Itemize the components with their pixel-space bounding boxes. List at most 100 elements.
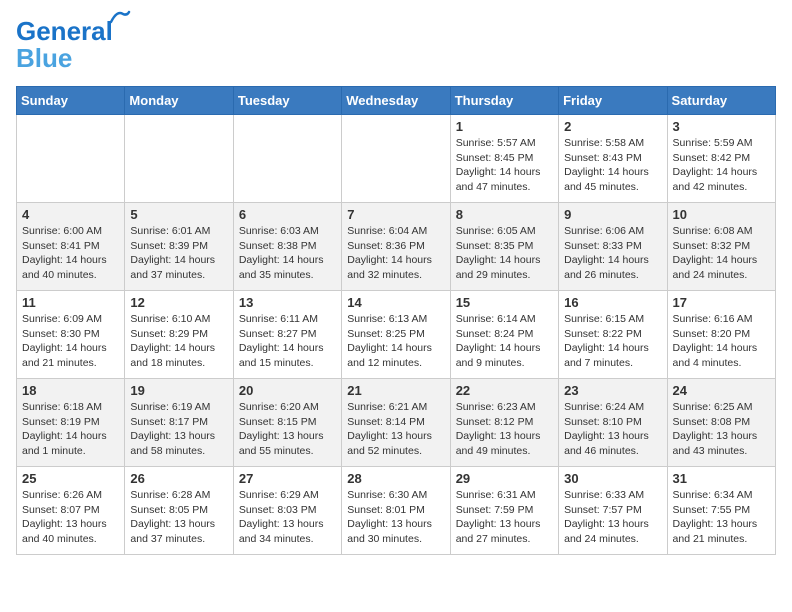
day-number: 23 (564, 383, 661, 398)
day-info: Sunrise: 6:00 AMSunset: 8:41 PMDaylight:… (22, 224, 119, 283)
calendar-cell: 30Sunrise: 6:33 AMSunset: 7:57 PMDayligh… (559, 467, 667, 555)
calendar-cell: 17 Sunrise: 6:16 AMSunset: 8:20 PMDayligh… (667, 291, 775, 379)
calendar-cell: 21Sunrise: 6:21 AMSunset: 8:14 PMDayligh… (342, 379, 450, 467)
calendar-cell: 18 Sunrise: 6:18 AMSunset: 8:19 PMDayligh… (17, 379, 125, 467)
logo-text-general: General (16, 16, 113, 46)
day-info: Sunrise: 6:16 AMSunset: 8:20 PMDaylight:… (673, 312, 770, 371)
day-info: Sunrise: 6:19 AMSunset: 8:17 PMDaylight:… (130, 400, 227, 459)
calendar-cell: 28 Sunrise: 6:30 AMSunset: 8:01 PMDayligh… (342, 467, 450, 555)
day-number: 6 (239, 207, 336, 222)
header-wednesday: Wednesday (342, 87, 450, 115)
day-number: 27 (239, 471, 336, 486)
day-info: Sunrise: 6:23 AMSunset: 8:12 PMDaylight:… (456, 400, 553, 459)
day-info: Sunrise: 6:26 AMSunset: 8:07 PMDaylight:… (22, 488, 119, 547)
day-number: 12 (130, 295, 227, 310)
day-number: 19 (130, 383, 227, 398)
day-info: Sunrise: 6:31 AMSunset: 7:59 PMDaylight:… (456, 488, 553, 547)
day-info: Sunrise: 5:58 AMSunset: 8:43 PMDaylight:… (564, 136, 661, 195)
calendar-cell: 23 Sunrise: 6:24 AMSunset: 8:10 PMDayligh… (559, 379, 667, 467)
day-number: 11 (22, 295, 119, 310)
calendar-cell (233, 115, 341, 203)
day-number: 5 (130, 207, 227, 222)
calendar-cell: 20 Sunrise: 6:20 AMSunset: 8:15 PMDayligh… (233, 379, 341, 467)
logo-bird-icon (109, 8, 131, 26)
day-number: 16 (564, 295, 661, 310)
calendar-cell: 10 Sunrise: 6:08 AMSunset: 8:32 PMDayligh… (667, 203, 775, 291)
calendar-cell: 8 Sunrise: 6:05 AMSunset: 8:35 PMDaylight… (450, 203, 558, 291)
header-friday: Friday (559, 87, 667, 115)
day-number: 15 (456, 295, 553, 310)
day-number: 9 (564, 207, 661, 222)
day-info: Sunrise: 6:18 AMSunset: 8:19 PMDaylight:… (22, 400, 119, 459)
day-number: 4 (22, 207, 119, 222)
calendar-week-2: 4 Sunrise: 6:00 AMSunset: 8:41 PMDaylight… (17, 203, 776, 291)
calendar-cell: 25Sunrise: 6:26 AMSunset: 8:07 PMDayligh… (17, 467, 125, 555)
day-info: Sunrise: 6:25 AMSunset: 8:08 PMDaylight:… (673, 400, 770, 459)
day-info: Sunrise: 6:34 AMSunset: 7:55 PMDaylight:… (673, 488, 770, 547)
day-number: 20 (239, 383, 336, 398)
calendar-cell: 5 Sunrise: 6:01 AMSunset: 8:39 PMDaylight… (125, 203, 233, 291)
day-info: Sunrise: 6:05 AMSunset: 8:35 PMDaylight:… (456, 224, 553, 283)
day-number: 30 (564, 471, 661, 486)
day-number: 13 (239, 295, 336, 310)
day-number: 24 (673, 383, 770, 398)
calendar-cell: 26 Sunrise: 6:28 AMSunset: 8:05 PMDayligh… (125, 467, 233, 555)
day-info: Sunrise: 6:11 AMSunset: 8:27 PMDaylight:… (239, 312, 336, 371)
day-number: 3 (673, 119, 770, 134)
day-number: 29 (456, 471, 553, 486)
day-number: 7 (347, 207, 444, 222)
header-monday: Monday (125, 87, 233, 115)
header-tuesday: Tuesday (233, 87, 341, 115)
day-number: 14 (347, 295, 444, 310)
calendar-cell: 6Sunrise: 6:03 AMSunset: 8:38 PMDaylight… (233, 203, 341, 291)
day-info: Sunrise: 6:15 AMSunset: 8:22 PMDaylight:… (564, 312, 661, 371)
calendar-cell: 12 Sunrise: 6:10 AMSunset: 8:29 PMDayligh… (125, 291, 233, 379)
day-info: Sunrise: 6:08 AMSunset: 8:32 PMDaylight:… (673, 224, 770, 283)
day-info: Sunrise: 5:59 AMSunset: 8:42 PMDaylight:… (673, 136, 770, 195)
calendar-cell: 14 Sunrise: 6:13 AMSunset: 8:25 PMDayligh… (342, 291, 450, 379)
calendar-cell: 31 Sunrise: 6:34 AMSunset: 7:55 PMDayligh… (667, 467, 775, 555)
calendar-cell: 16 Sunrise: 6:15 AMSunset: 8:22 PMDayligh… (559, 291, 667, 379)
header-saturday: Saturday (667, 87, 775, 115)
calendar-cell: 1Sunrise: 5:57 AMSunset: 8:45 PMDaylight… (450, 115, 558, 203)
logo-text-blue: Blue (16, 43, 72, 74)
day-number: 26 (130, 471, 227, 486)
day-number: 31 (673, 471, 770, 486)
day-info: Sunrise: 6:24 AMSunset: 8:10 PMDaylight:… (564, 400, 661, 459)
day-number: 8 (456, 207, 553, 222)
day-info: Sunrise: 6:13 AMSunset: 8:25 PMDaylight:… (347, 312, 444, 371)
day-info: Sunrise: 6:30 AMSunset: 8:01 PMDaylight:… (347, 488, 444, 547)
day-number: 2 (564, 119, 661, 134)
header-thursday: Thursday (450, 87, 558, 115)
header-sunday: Sunday (17, 87, 125, 115)
day-info: Sunrise: 5:57 AMSunset: 8:45 PMDaylight:… (456, 136, 553, 195)
day-info: Sunrise: 6:28 AMSunset: 8:05 PMDaylight:… (130, 488, 227, 547)
day-number: 10 (673, 207, 770, 222)
calendar-table: SundayMondayTuesdayWednesdayThursdayFrid… (16, 86, 776, 555)
calendar-cell: 3 Sunrise: 5:59 AMSunset: 8:42 PMDaylight… (667, 115, 775, 203)
day-info: Sunrise: 6:20 AMSunset: 8:15 PMDaylight:… (239, 400, 336, 459)
logo: General Blue (16, 16, 113, 74)
calendar-cell: 27Sunrise: 6:29 AMSunset: 8:03 PMDayligh… (233, 467, 341, 555)
day-number: 17 (673, 295, 770, 310)
page-header: General Blue (16, 16, 776, 74)
calendar-cell: 2 Sunrise: 5:58 AMSunset: 8:43 PMDaylight… (559, 115, 667, 203)
calendar-cell: 4 Sunrise: 6:00 AMSunset: 8:41 PMDaylight… (17, 203, 125, 291)
calendar-cell: 19 Sunrise: 6:19 AMSunset: 8:17 PMDayligh… (125, 379, 233, 467)
calendar-cell: 13 Sunrise: 6:11 AMSunset: 8:27 PMDayligh… (233, 291, 341, 379)
day-info: Sunrise: 6:06 AMSunset: 8:33 PMDaylight:… (564, 224, 661, 283)
day-info: Sunrise: 6:21 AMSunset: 8:14 PMDaylight:… (347, 400, 444, 459)
day-info: Sunrise: 6:01 AMSunset: 8:39 PMDaylight:… (130, 224, 227, 283)
day-info: Sunrise: 6:09 AMSunset: 8:30 PMDaylight:… (22, 312, 119, 371)
calendar-cell: 22Sunrise: 6:23 AMSunset: 8:12 PMDayligh… (450, 379, 558, 467)
day-number: 28 (347, 471, 444, 486)
calendar-week-1: 1Sunrise: 5:57 AMSunset: 8:45 PMDaylight… (17, 115, 776, 203)
calendar-week-5: 25Sunrise: 6:26 AMSunset: 8:07 PMDayligh… (17, 467, 776, 555)
calendar-cell: 29 Sunrise: 6:31 AMSunset: 7:59 PMDayligh… (450, 467, 558, 555)
day-info: Sunrise: 6:10 AMSunset: 8:29 PMDaylight:… (130, 312, 227, 371)
day-number: 18 (22, 383, 119, 398)
calendar-cell (125, 115, 233, 203)
calendar-cell (342, 115, 450, 203)
calendar-header-row: SundayMondayTuesdayWednesdayThursdayFrid… (17, 87, 776, 115)
day-info: Sunrise: 6:04 AMSunset: 8:36 PMDaylight:… (347, 224, 444, 283)
